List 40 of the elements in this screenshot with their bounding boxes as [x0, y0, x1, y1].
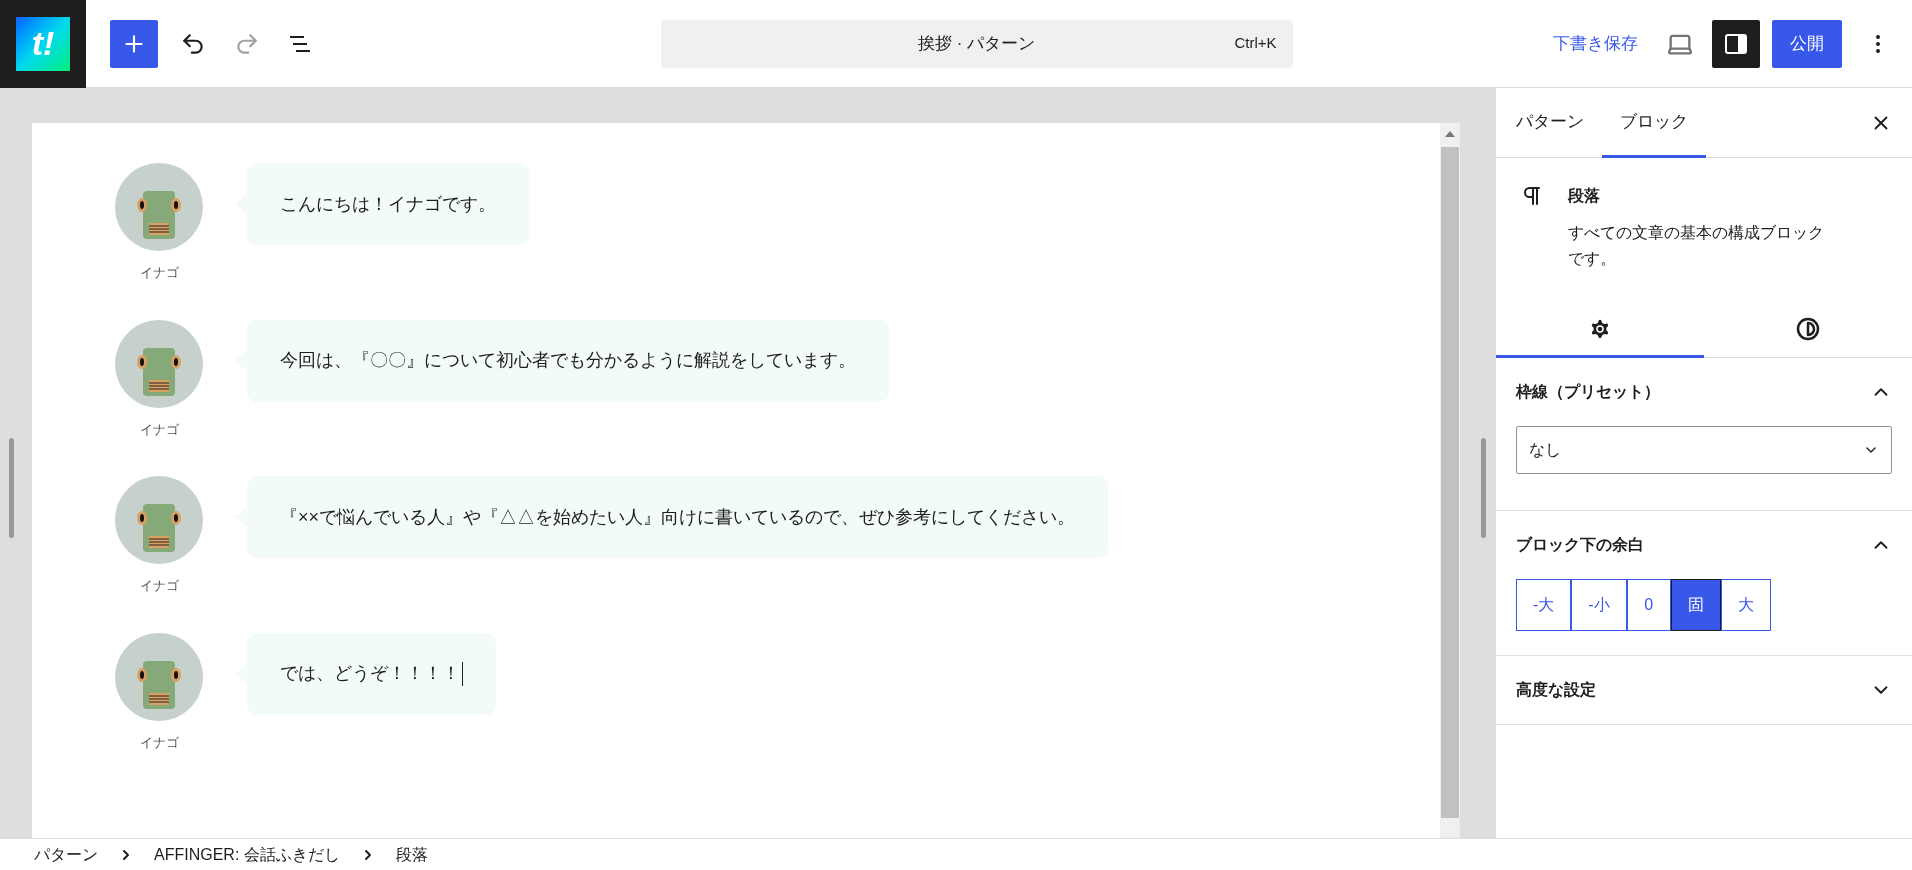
message-text: では、どうぞ！！！！: [280, 662, 460, 685]
resize-handle[interactable]: [1481, 438, 1486, 538]
gear-icon: [1588, 316, 1612, 341]
spacing-option[interactable]: -小: [1571, 579, 1627, 631]
shortcut-hint: Ctrl+K: [1234, 33, 1277, 54]
list-view-icon[interactable]: [288, 33, 312, 54]
message-text: 『××で悩んでいる人』や『△△を始めたい人』向けに書いているので、ぜひ参考にしてください。: [280, 505, 1076, 529]
text-cursor: [462, 661, 463, 686]
speaker-name: イナゴ: [139, 420, 179, 439]
add-block-button[interactable]: [110, 19, 158, 68]
spacing-option[interactable]: 0: [1626, 579, 1671, 631]
logo-text: t!: [31, 23, 55, 64]
spacing-option[interactable]: 大: [1720, 579, 1771, 631]
command-bar[interactable]: 挨拶 · パターン Ctrl+K: [660, 19, 1293, 68]
speaker-name: イナゴ: [139, 264, 179, 282]
scrollbar[interactable]: [1440, 123, 1460, 838]
panel-header[interactable]: 高度な設定: [1516, 656, 1892, 724]
publish-button[interactable]: 公開: [1772, 19, 1842, 68]
breadcrumb-link[interactable]: パターン: [34, 842, 98, 867]
sidebar-toggle-button[interactable]: [1712, 19, 1760, 68]
spacing-option[interactable]: 固: [1670, 579, 1721, 631]
resize-handle[interactable]: [9, 438, 14, 538]
save-draft-button[interactable]: 下書き保存: [1541, 19, 1650, 68]
border-select[interactable]: なし: [1516, 426, 1892, 474]
document-title: 挨拶 · パターン: [917, 32, 1036, 55]
sidebar-tab[interactable]: パターン: [1498, 88, 1602, 158]
spacing-option[interactable]: -大: [1516, 579, 1572, 631]
message-text: こんにちは！イナゴです。: [280, 192, 496, 216]
panel-header[interactable]: 枠線（プリセット）: [1516, 358, 1892, 426]
block-description: すべての文章の基本の構成ブロックです。: [1568, 223, 1825, 269]
block-title: 段落: [1568, 186, 1601, 206]
speaker-name: イナゴ: [139, 733, 179, 752]
breadcrumb-link[interactable]: AFFINGER: 会話ふきだし: [154, 842, 340, 867]
sidebar-icon: [1724, 31, 1748, 56]
breadcrumb-link[interactable]: 段落: [395, 842, 428, 867]
message-text: 今回は、『〇〇』について初心者でも分かるように解説をしています。: [280, 349, 856, 372]
panel-header[interactable]: ブロック下の余白: [1516, 511, 1892, 579]
contrast-icon: [1796, 316, 1820, 341]
speaker-name: イナゴ: [139, 577, 179, 595]
sidebar-tab[interactable]: ブロック: [1602, 88, 1706, 158]
